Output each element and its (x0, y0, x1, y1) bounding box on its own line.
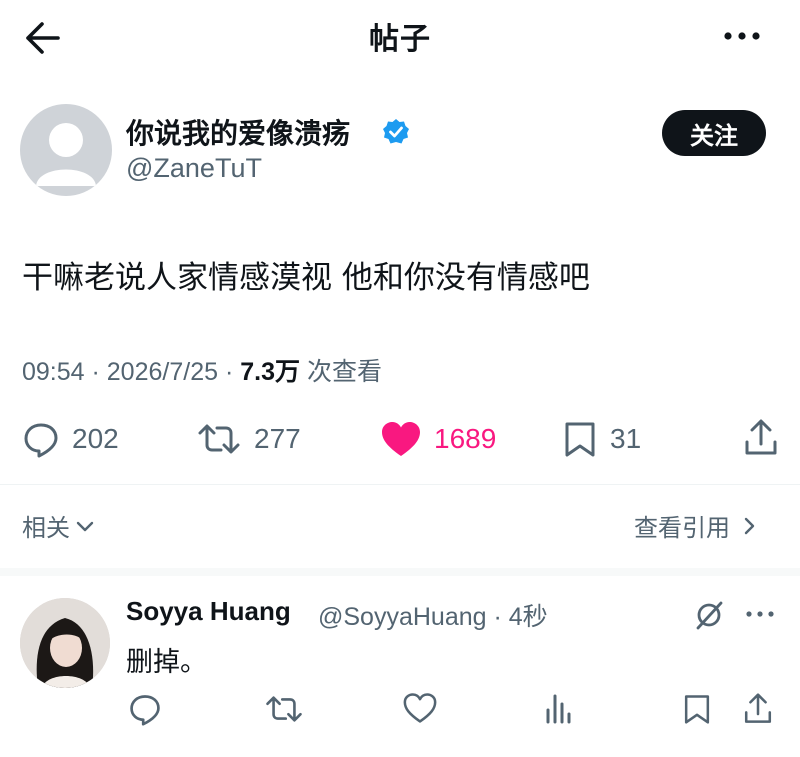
follow-button[interactable]: 关注 (662, 110, 766, 156)
author-handle: @ZaneTuT (126, 153, 262, 183)
views-label: 次查看 (306, 358, 382, 386)
bookmark-stat[interactable]: 31 (562, 420, 641, 458)
author-avatar[interactable] (20, 104, 112, 196)
reply-reply-icon[interactable] (128, 692, 162, 726)
reply-more-icon[interactable] (744, 608, 776, 620)
chevron-down-icon (76, 521, 94, 531)
author-name[interactable]: 你说我的爱像溃疡 (126, 112, 350, 152)
reply-author-avatar[interactable] (20, 598, 110, 688)
views-count: 7.3万 (240, 358, 300, 386)
verified-badge-icon (382, 118, 410, 146)
view-quotes-label: 查看引用 (634, 514, 730, 542)
post-text: 干嘛老说人家情感漠视 他和你没有情感吧 (22, 260, 590, 296)
retweet-icon (198, 424, 240, 454)
reply-share-icon[interactable] (742, 692, 774, 726)
section-divider (0, 568, 800, 576)
reply-bookmark-icon[interactable] (682, 692, 712, 726)
heart-filled-icon (382, 422, 420, 456)
reply-count: 202 (72, 423, 119, 454)
reply-text: 删掉。 (126, 647, 207, 678)
share-icon[interactable] (742, 418, 780, 458)
post-time: 09:54 (22, 358, 85, 386)
reply-retweet-icon[interactable] (264, 692, 304, 726)
view-quotes-link[interactable]: 查看引用 (634, 508, 760, 543)
chevron-right-icon (744, 517, 755, 534)
retweet-count: 277 (254, 423, 301, 454)
reply-author-name[interactable]: Soyya Huang (126, 596, 291, 627)
bookmark-count: 31 (610, 423, 642, 454)
related-label: 相关 (22, 514, 70, 542)
reply-author-handle: @SoyyaHuang · 4秒 (318, 603, 548, 631)
reply-like-icon[interactable] (402, 692, 438, 724)
related-toggle[interactable]: 相关 (22, 508, 96, 543)
retweet-stat[interactable]: 277 (196, 420, 301, 458)
post-meta: 09:54 · 2026/7/25 · 7.3万 次查看 (22, 358, 382, 386)
reply-views-icon[interactable] (544, 692, 574, 724)
reply-icon (24, 423, 58, 458)
like-stat[interactable]: 1689 (380, 420, 496, 458)
post-date: 2026/7/25 (106, 358, 218, 386)
like-count: 1689 (434, 423, 497, 454)
page-title: 帖子 (369, 22, 431, 57)
more-options-icon[interactable] (722, 24, 762, 48)
divider (0, 484, 800, 485)
reply-stat[interactable]: 202 (22, 420, 119, 458)
grok-icon[interactable] (692, 598, 726, 632)
bookmark-icon (565, 422, 595, 457)
